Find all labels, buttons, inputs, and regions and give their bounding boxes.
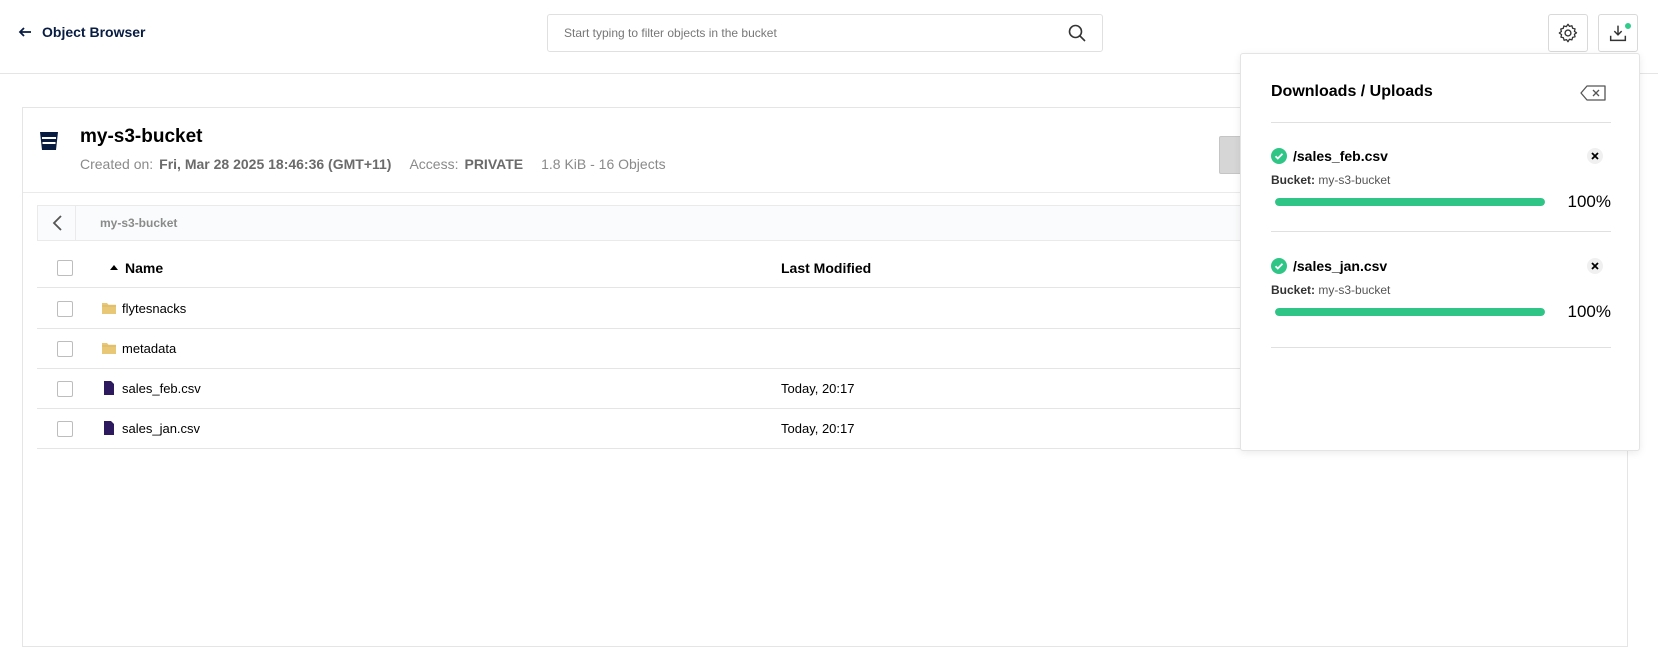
created-label: Created on:: [80, 156, 154, 172]
progress-bar-fill: [1275, 308, 1545, 316]
size-summary: 1.8 KiB - 16 Objects: [541, 156, 666, 172]
bucket-meta: Created on: Fri, Mar 28 2025 18:46:36 (G…: [80, 156, 666, 172]
row-name-text: sales_feb.csv: [122, 380, 201, 396]
transfer-bucket: Bucket: my-s3-bucket: [1271, 283, 1390, 297]
search-input[interactable]: [564, 26, 1068, 40]
transfer-file-name: /sales_jan.csv: [1293, 258, 1388, 274]
folder-icon: [102, 343, 116, 354]
column-name-label: Name: [125, 260, 164, 276]
back-label: Object Browser: [42, 24, 146, 40]
transfer-file-name: /sales_feb.csv: [1293, 148, 1388, 164]
row-name[interactable]: metadata: [101, 340, 176, 356]
divider: [1271, 231, 1611, 232]
row-name[interactable]: sales_jan.csv: [101, 420, 200, 436]
downloads-uploads-button[interactable]: [1598, 14, 1638, 52]
select-all-checkbox[interactable]: [57, 260, 73, 276]
row-checkbox[interactable]: [57, 381, 73, 397]
transfer-item: /sales_jan.csv Bucket: my-s3-bucket 100%: [1271, 258, 1611, 358]
transfer-item: /sales_feb.csv Bucket: my-s3-bucket 100%: [1271, 148, 1611, 248]
notification-dot: [1624, 22, 1632, 30]
remove-transfer-button[interactable]: [1587, 258, 1603, 274]
close-icon: [1591, 152, 1599, 160]
transfer-bucket: Bucket: my-s3-bucket: [1271, 173, 1390, 187]
clear-all-icon[interactable]: [1579, 84, 1607, 102]
panel-title: Downloads / Uploads: [1271, 83, 1433, 100]
row-modified: Today, 20:17: [781, 381, 855, 396]
row-name-text: metadata: [122, 340, 177, 356]
row-checkbox[interactable]: [57, 341, 73, 357]
transfer-item-title: /sales_feb.csv: [1271, 148, 1388, 164]
sort-ascending-icon: [110, 265, 118, 270]
transfer-item-title: /sales_jan.csv: [1271, 258, 1387, 274]
row-modified: Today, 20:17: [781, 421, 855, 436]
file-icon: [104, 421, 114, 435]
check-circle-icon: [1271, 148, 1287, 164]
access-label: Access:: [409, 156, 459, 172]
bucket-name: my-s3-bucket: [80, 126, 203, 147]
divider: [1271, 347, 1611, 348]
row-name-text: flytesnacks: [122, 300, 187, 316]
breadcrumb-back-button[interactable]: [38, 206, 76, 240]
breadcrumb-path[interactable]: my-s3-bucket: [100, 216, 177, 230]
column-header-last-modified[interactable]: Last Modified: [781, 260, 871, 276]
downloads-uploads-panel: Downloads / Uploads /sales_feb.csv Bucke…: [1240, 53, 1640, 451]
transfer-bucket-label: Bucket:: [1271, 283, 1316, 297]
transfer-bucket-value: my-s3-bucket: [1318, 173, 1391, 187]
file-icon: [104, 381, 114, 395]
remove-transfer-button[interactable]: [1587, 148, 1603, 164]
folder-icon: [102, 303, 116, 314]
chevron-left-icon: [52, 215, 62, 231]
row-name-text: sales_jan.csv: [122, 420, 201, 436]
row-name[interactable]: sales_feb.csv: [101, 380, 201, 396]
back-to-object-browser-link[interactable]: Object Browser: [18, 24, 145, 40]
gear-icon: [1558, 23, 1578, 43]
progress-bar: [1275, 308, 1545, 316]
created-value: Fri, Mar 28 2025 18:46:36 (GMT+11): [159, 156, 392, 172]
progress-percent: 100%: [1567, 192, 1611, 211]
row-name[interactable]: flytesnacks: [101, 300, 186, 316]
arrow-left-icon: [18, 27, 31, 37]
progress-bar: [1275, 198, 1545, 206]
progress-bar-fill: [1275, 198, 1545, 206]
bucket-icon: [40, 132, 58, 150]
divider: [1271, 122, 1611, 123]
column-header-name[interactable]: Name: [109, 260, 163, 276]
close-icon: [1591, 262, 1599, 270]
check-circle-icon: [1271, 258, 1287, 274]
transfer-bucket-label: Bucket:: [1271, 173, 1316, 187]
progress-percent: 100%: [1567, 302, 1611, 321]
transfer-bucket-value: my-s3-bucket: [1318, 283, 1391, 297]
search-icon[interactable]: [1068, 24, 1086, 42]
settings-button[interactable]: [1548, 14, 1588, 52]
row-checkbox[interactable]: [57, 301, 73, 317]
search-box[interactable]: [547, 14, 1103, 52]
access-value: PRIVATE: [464, 156, 524, 172]
row-checkbox[interactable]: [57, 421, 73, 437]
